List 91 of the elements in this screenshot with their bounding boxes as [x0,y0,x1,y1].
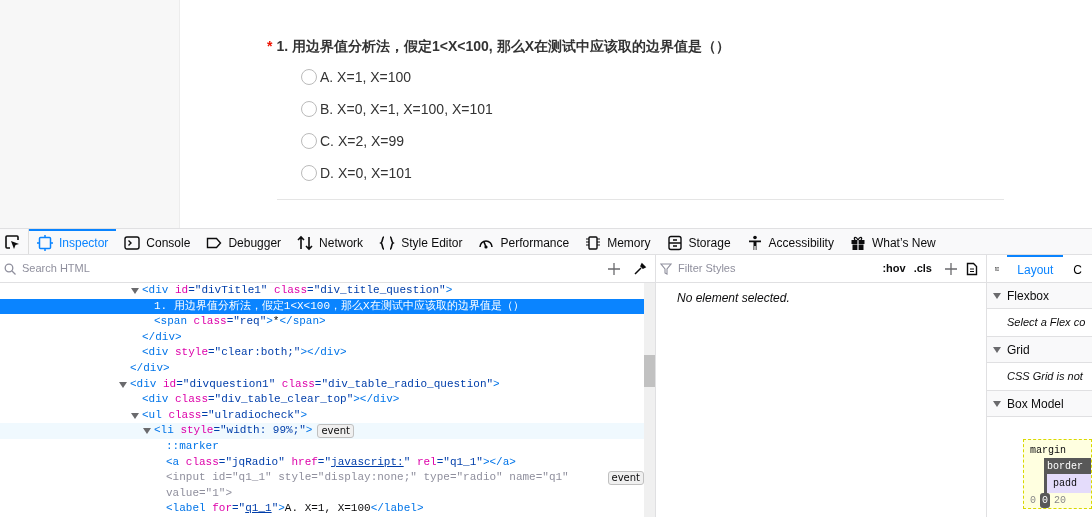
class-toggle[interactable]: .cls [909,260,936,277]
section-header[interactable]: Box Model [987,391,1092,417]
document-icon[interactable] [966,261,978,276]
markup-row[interactable]: <div class="div_table_clear_top"></div> [0,392,644,408]
devtools-tab[interactable]: Inspector [29,229,117,254]
markup-code: <input id="q1_1" style="display:none;" type="radio" name="q1" value="1"> [166,470,570,501]
expand-triangle-icon[interactable] [143,428,151,435]
markup-code: <div class="div_table_clear_top"></div> [142,392,400,408]
markup-row[interactable]: 1. 用边界值分析法，假定1<X<100，那么X在测试中应该取的边界值是（） [0,298,644,315]
markup-row[interactable]: <a class="jqRadio" href="javascript:" rel="q1_1"></a> [0,454,644,471]
inspector-icon [37,234,53,251]
braces-icon [379,234,396,251]
radio-button[interactable] [301,165,317,181]
markup-code: <div id="divquestion1" class="div_table_radio_question"> [130,376,500,392]
sidebar-tab[interactable]: C [1063,255,1092,282]
markup-row[interactable]: <ul class="ulradiocheck"> [0,407,644,424]
required-mark: * [267,37,273,56]
markup-code: <label for="q1_1">A. X=1, X=100</label> [166,501,424,517]
devtools-tab[interactable]: Network [289,229,372,254]
event-badge[interactable]: event [317,424,354,439]
devtools-tab[interactable]: Accessibility [738,229,842,254]
expand-triangle-icon[interactable] [131,288,139,294]
expand-triangle-icon[interactable] [993,400,1001,407]
markup-code: </div> [142,329,182,345]
filter-styles-field[interactable]: Filter Styles [676,259,879,278]
box-label: border [1047,461,1083,472]
markup-row[interactable]: </div> [0,360,644,377]
person-icon [746,234,763,251]
scrollbar[interactable] [644,283,655,517]
search-html-field[interactable]: Search HTML [20,259,599,278]
box-label: padd [1053,478,1077,489]
option-label[interactable]: B. X=0, X=1, X=100, X=101 [320,98,493,120]
option-label[interactable]: C. X=2, X=99 [320,130,405,152]
devtools-tab[interactable]: Style Editor [371,229,471,254]
markup-code: <ul class="ulradiocheck"> [142,407,308,423]
markup-row[interactable]: <div style="clear:both;"></div> [0,345,644,361]
empty-message: No element selected. [676,290,791,307]
question-title: 1. 用边界值分析法，假定1<X<100, 那么X在测试中应该取的边界值是（） [276,37,730,56]
element-picker-icon[interactable] [4,233,20,250]
eyedropper-icon[interactable] [633,261,647,276]
markup-code: <div style="clear:both;"></div> [142,345,347,361]
devtools-tab[interactable]: Debugger [198,229,290,254]
storage-icon [666,234,683,251]
section-title: Box Model [1007,395,1064,413]
markup-row[interactable]: <div id="divquestion1" class="div_table_radio_question"> [0,376,644,393]
gift-icon [849,234,866,251]
event-badge[interactable]: event [607,471,644,486]
devtools-tab[interactable]: Storage [658,229,739,254]
section-header[interactable]: Grid [987,337,1092,363]
box-label: margin [1030,444,1067,458]
markup-row[interactable]: <li style="width: 99%;"> event [0,423,644,439]
box-value: 20 [1054,494,1067,508]
console-icon [124,234,141,251]
markup-row[interactable]: ::marker [0,438,644,455]
option-label[interactable]: D. X=0, X=101 [320,162,412,184]
box-value: 0 [1040,493,1051,508]
section-title: Grid [1007,341,1030,359]
expand-triangle-icon[interactable] [119,381,127,388]
chip-icon [585,234,602,251]
radio-button[interactable] [301,101,317,117]
expand-triangle-icon[interactable] [131,412,139,419]
devtools-tab[interactable]: What’s New [841,229,944,254]
expand-triangle-icon[interactable] [993,292,1001,299]
box-value: 0 [1030,494,1036,508]
devtools-tab[interactable]: Performance [470,229,578,254]
devtools-tab[interactable]: Memory [577,229,659,254]
markup-row[interactable]: <span class="req">*</span> [0,314,644,330]
markup-code: <span class="req">*</span> [154,314,326,330]
hover-toggle[interactable]: :hov [878,260,910,277]
markup-code: </div> [130,360,170,376]
markup-row[interactable]: <div id="divTitle1" class="div_title_question"> [0,283,644,299]
option-label[interactable]: A. X=1, X=100 [320,66,412,88]
add-node-icon[interactable] [607,261,621,276]
expand-triangle-icon[interactable] [993,346,1001,353]
markup-code: <li style="width: 99%;"> [154,423,313,439]
markup-row[interactable]: </div> [0,329,644,346]
markup-code: <div id="divTitle1" class="div_title_question"> [142,283,453,298]
markup-code: <a class="jqRadio" href="javascript:" rel="q1_1"></a> [166,454,516,470]
add-rule-icon[interactable] [944,261,958,276]
markup-row[interactable]: <label for="q1_1">A. X=1, X=100</label> [0,501,644,517]
section-header[interactable]: Flexbox [987,283,1092,309]
radio-button[interactable] [301,69,317,85]
markup-code: 1. 用边界值分析法，假定1<X<100，那么X在测试中应该取的边界值是（） [154,298,524,314]
radio-button[interactable] [301,133,317,149]
search-icon [4,262,16,275]
markup-row[interactable]: <input id="q1_1" style="display:none;" type="radio" name="q1" value="1"> event [0,470,644,502]
markup-code: ::marker [166,438,219,454]
devtools-tab[interactable]: Console [116,229,199,254]
filter-icon [660,262,672,275]
section-title: Flexbox [1007,287,1050,305]
up-down-arrows-icon [297,234,314,251]
